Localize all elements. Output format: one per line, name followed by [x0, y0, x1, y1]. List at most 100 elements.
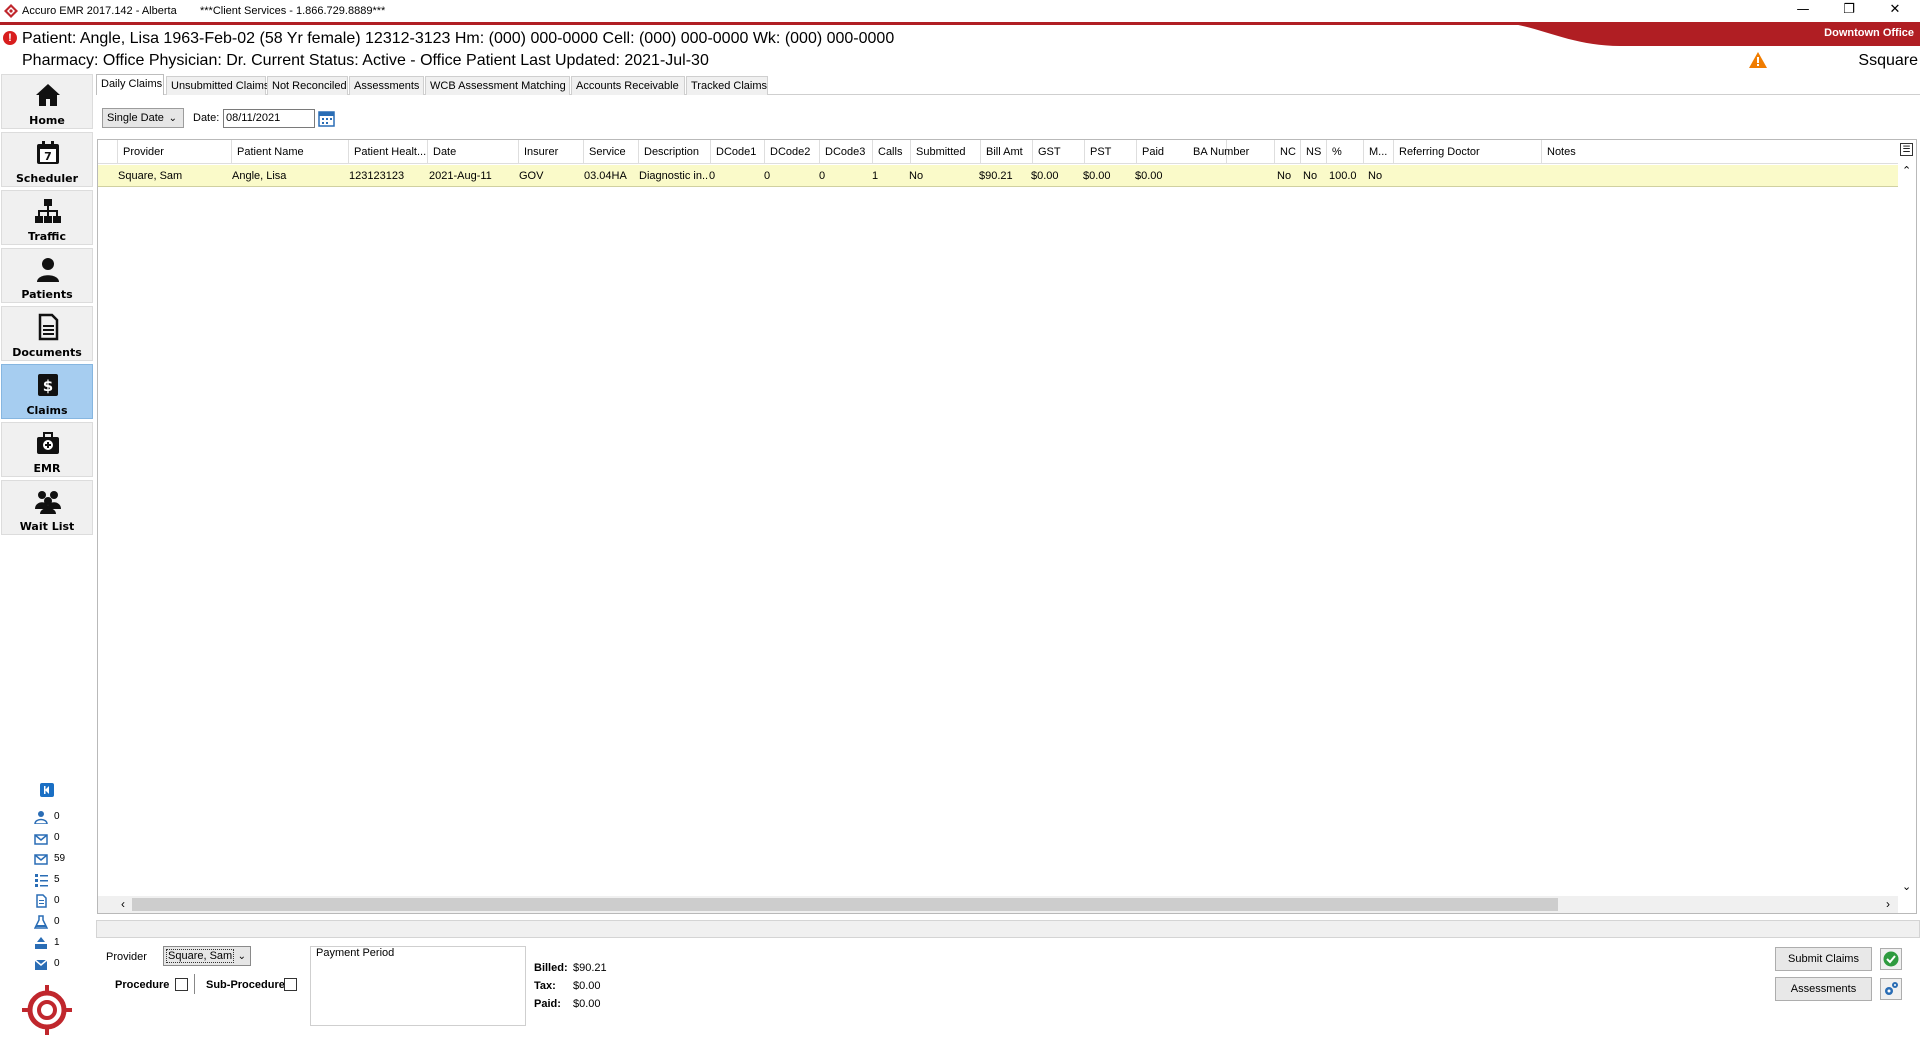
person-key-icon	[34, 811, 48, 824]
col-pst[interactable]: PST	[1085, 140, 1137, 164]
warning-icon[interactable]	[1749, 52, 1767, 68]
counter-tasks[interactable]: 0	[34, 809, 94, 825]
tab-unsubmitted-claims[interactable]: Unsubmitted Claims	[166, 76, 269, 95]
person-icon	[37, 258, 59, 282]
date-input[interactable]: 08/11/2021	[223, 109, 315, 128]
collapse-sidebar-icon[interactable]	[40, 783, 54, 797]
scroll-right-icon[interactable]: ›	[1886, 897, 1890, 911]
date-mode-dropdown[interactable]: Single Date ⌄	[102, 108, 184, 128]
cell-service: 03.04HA	[584, 170, 627, 182]
counter-outbox-value: 1	[54, 937, 60, 948]
billed-label: Billed:	[534, 962, 568, 974]
cell-description: Diagnostic in...	[639, 170, 709, 182]
counter-documents-value: 0	[54, 895, 60, 906]
counter-tasks-value: 0	[54, 811, 60, 822]
cell-calls: 1	[872, 170, 879, 182]
horizontal-scrollbar[interactable]: ‹ ›	[98, 896, 1898, 913]
table-row[interactable]: Square, Sam Angle, Lisa 123123123 2021-A…	[98, 165, 1898, 187]
provider-dropdown[interactable]: Square, Sam ⌄	[163, 946, 251, 966]
col-percent[interactable]: %	[1327, 140, 1364, 164]
scroll-down-icon[interactable]: ⌄	[1902, 880, 1911, 893]
tab-wcb-assessment-matching[interactable]: WCB Assessment Matching	[425, 76, 570, 95]
scroll-up-icon[interactable]: ⌃	[1902, 164, 1911, 177]
nav-patients-label: Patients	[21, 288, 73, 301]
accuro-logo-icon	[4, 4, 18, 18]
tax-label: Tax:	[534, 980, 556, 992]
cell-paid: $0.00	[1135, 170, 1163, 182]
horizontal-scroll-thumb[interactable]	[132, 898, 1558, 911]
scroll-left-icon[interactable]: ‹	[121, 897, 125, 911]
col-service[interactable]: Service	[584, 140, 639, 164]
patient-demographics[interactable]: Patient: Angle, Lisa 1963-Feb-02 (58 Yr …	[22, 30, 894, 48]
nav-traffic[interactable]: Traffic	[1, 190, 93, 245]
calendar-picker-icon[interactable]	[318, 110, 335, 127]
assessments-button[interactable]: Assessments	[1775, 977, 1872, 1001]
col-calls[interactable]: Calls	[873, 140, 911, 164]
tab-daily-claims[interactable]: Daily Claims	[96, 74, 164, 95]
col-ns[interactable]: NS	[1301, 140, 1327, 164]
nav-claims[interactable]: $ Claims	[1, 364, 93, 419]
cell-m: No	[1368, 170, 1383, 182]
paid-value: $0.00	[573, 998, 601, 1010]
tab-not-reconciled[interactable]: Not Reconciled	[267, 76, 348, 95]
counter-labs[interactable]: 0	[34, 914, 94, 930]
nav-patients[interactable]: Patients	[1, 248, 93, 303]
list-icon	[35, 874, 48, 887]
col-gst[interactable]: GST	[1033, 140, 1085, 164]
col-nc[interactable]: NC	[1275, 140, 1301, 164]
medical-bag-icon	[37, 432, 59, 454]
counter-outbox[interactable]: 1	[34, 935, 94, 951]
check-circle-icon	[1883, 951, 1899, 967]
cell-pst: $0.00	[1083, 170, 1111, 182]
col-dcode2[interactable]: DCode2	[765, 140, 820, 164]
assessments-settings-button[interactable]	[1880, 978, 1902, 1000]
col-referring-doctor[interactable]: Referring Doctor	[1394, 140, 1542, 164]
tray-up-icon	[35, 937, 47, 949]
alert-icon[interactable]: !	[3, 31, 17, 45]
col-m[interactable]: M...	[1364, 140, 1394, 164]
restore-button[interactable]: ❐	[1826, 0, 1872, 22]
office-name[interactable]: Downtown Office	[1824, 27, 1914, 39]
current-user: Ssquare	[1858, 52, 1918, 69]
col-notes[interactable]: Notes	[1542, 140, 1898, 164]
vertical-scrollbar[interactable]: ☰ ⌃ ⌄	[1898, 140, 1916, 897]
nav-scheduler[interactable]: 7 Scheduler	[1, 132, 93, 187]
tab-assessments[interactable]: Assessments	[349, 76, 424, 95]
tab-tracked-claims[interactable]: Tracked Claims	[686, 76, 768, 95]
counter-lists[interactable]: 5	[34, 872, 94, 888]
counter-tray-mail-value: 0	[54, 958, 60, 969]
counter-documents[interactable]: 0	[34, 893, 94, 909]
counter-tray-mail[interactable]: 0	[34, 956, 94, 972]
close-button[interactable]: ✕	[1872, 0, 1918, 22]
cell-percent: 100.0	[1329, 170, 1357, 182]
nav-home[interactable]: Home	[1, 74, 93, 129]
nav-emr[interactable]: EMR	[1, 422, 93, 477]
nav-wait-list[interactable]: Wait List	[1, 480, 93, 535]
dollar-glyph: $	[43, 377, 53, 395]
subprocedure-checkbox[interactable]	[284, 978, 297, 991]
procedure-checkbox[interactable]	[175, 978, 188, 991]
counter-messages[interactable]: 59	[34, 851, 94, 867]
col-description[interactable]: Description	[639, 140, 711, 164]
counter-inbox[interactable]: 0	[34, 830, 94, 846]
col-ba-number[interactable]: BA Number	[1188, 140, 1275, 164]
col-dcode3[interactable]: DCode3	[820, 140, 873, 164]
col-provider[interactable]: Provider	[118, 140, 232, 164]
minimize-button[interactable]: —	[1780, 0, 1826, 22]
col-date[interactable]: Date	[428, 140, 519, 164]
counter-inbox-value: 0	[54, 832, 60, 843]
counter-lists-value: 5	[54, 874, 60, 885]
nav-home-label: Home	[29, 114, 65, 127]
tab-accounts-receivable[interactable]: Accounts Receivable	[571, 76, 685, 95]
nav-documents[interactable]: Documents	[1, 306, 93, 361]
column-chooser-icon[interactable]: ☰	[1900, 143, 1913, 156]
col-patient-name[interactable]: Patient Name	[232, 140, 349, 164]
col-submitted[interactable]: Submitted	[911, 140, 981, 164]
col-patient-health[interactable]: Patient Healt...	[349, 140, 428, 164]
col-insurer[interactable]: Insurer	[519, 140, 584, 164]
submit-claims-button[interactable]: Submit Claims	[1775, 947, 1872, 971]
col-bill-amt[interactable]: Bill Amt	[981, 140, 1033, 164]
col-dcode1[interactable]: DCode1	[711, 140, 765, 164]
submit-confirm-button[interactable]	[1880, 948, 1902, 970]
cell-gst: $0.00	[1031, 170, 1059, 182]
